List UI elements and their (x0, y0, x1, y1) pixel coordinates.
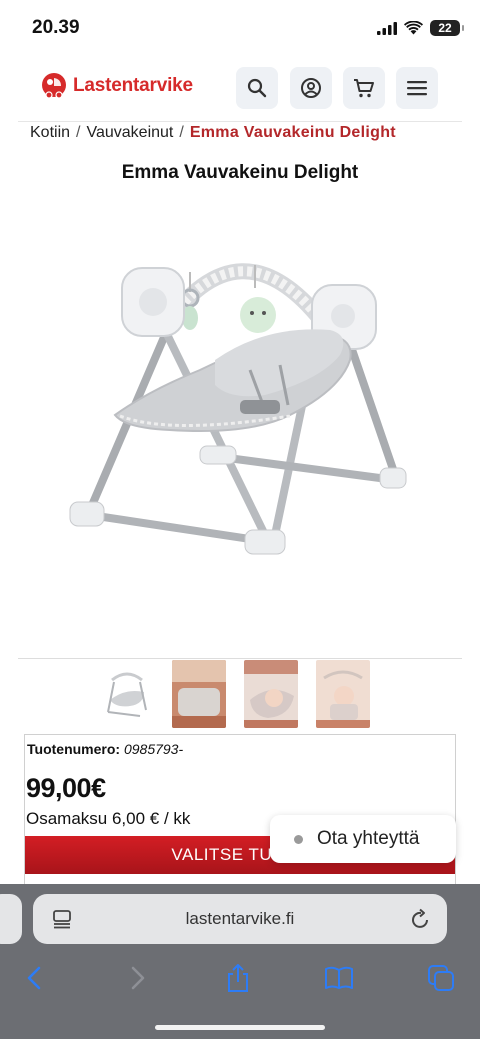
bookmarks-button[interactable] (323, 962, 355, 994)
share-icon (228, 964, 248, 992)
product-image[interactable] (50, 230, 430, 570)
gallery-divider (18, 658, 462, 659)
contact-button[interactable]: Ota yhteyttä (270, 815, 456, 863)
back-icon (27, 966, 41, 990)
share-button[interactable] (222, 962, 254, 994)
home-indicator (155, 1025, 325, 1030)
thumbnail-3[interactable] (244, 660, 298, 728)
breadcrumb-home[interactable]: Kotiin (30, 124, 70, 141)
installment-text: Osamaksu 6,00 € / kk (26, 809, 191, 828)
previous-tab-preview[interactable] (0, 894, 22, 944)
signal-icon (377, 21, 397, 35)
account-icon (301, 78, 321, 98)
site-header: Lastentarvike (0, 60, 480, 120)
breadcrumb-separator: / (76, 124, 81, 141)
thumbnail-2[interactable] (172, 660, 226, 728)
thumbnail-4[interactable] (316, 660, 370, 728)
search-icon (247, 78, 267, 98)
thumbnail-gallery (100, 660, 370, 728)
status-time: 20.39 (32, 17, 80, 38)
product-price: 99,00€ (26, 773, 106, 803)
sku-label: Tuotenumero: (27, 741, 121, 757)
cart-logo-icon (42, 73, 66, 99)
back-button[interactable] (18, 962, 50, 994)
cart-icon (354, 79, 374, 98)
header-divider (18, 121, 462, 122)
status-dot-icon (294, 834, 303, 844)
account-button[interactable] (290, 67, 332, 109)
address-bar[interactable]: lastentarvike.fi (33, 894, 447, 944)
forward-icon (131, 966, 145, 990)
search-button[interactable] (236, 67, 278, 109)
battery-icon: 22 (430, 20, 464, 36)
breadcrumb-current: Emma Vauvakeinu Delight (189, 124, 396, 141)
brand-logo[interactable]: Lastentarvike (40, 71, 193, 101)
status-bar: 20.39 22 (0, 0, 480, 58)
browser-toolbar: lastentarvike.fi (0, 884, 480, 1039)
wifi-icon (404, 21, 423, 35)
tabs-button[interactable] (425, 962, 457, 994)
menu-icon (407, 81, 427, 96)
sku-value: 0985793- (123, 741, 184, 757)
contact-label: Ota yhteyttä (317, 828, 420, 849)
sku: Tuotenumero: 0985793- (27, 741, 183, 757)
thumbnail-1[interactable] (100, 660, 154, 728)
tabs-icon (428, 965, 454, 991)
url-text: lastentarvike.fi (185, 909, 295, 928)
breadcrumb-separator: / (179, 124, 184, 141)
bookmarks-icon (325, 966, 353, 989)
menu-button[interactable] (396, 67, 438, 109)
brand-name: Lastentarvike (73, 75, 193, 96)
breadcrumb-category[interactable]: Vauvakeinut (86, 124, 173, 141)
reload-icon[interactable] (411, 908, 431, 930)
breadcrumb: Kotiin / Vauvakeinut / Emma Vauvakeinu Delig… (30, 124, 396, 142)
status-icons: 22 (377, 20, 464, 36)
cart-button[interactable] (343, 67, 385, 109)
forward-button[interactable] (122, 962, 154, 994)
product-title: Emma Vauvakeinu Delight (121, 162, 359, 183)
